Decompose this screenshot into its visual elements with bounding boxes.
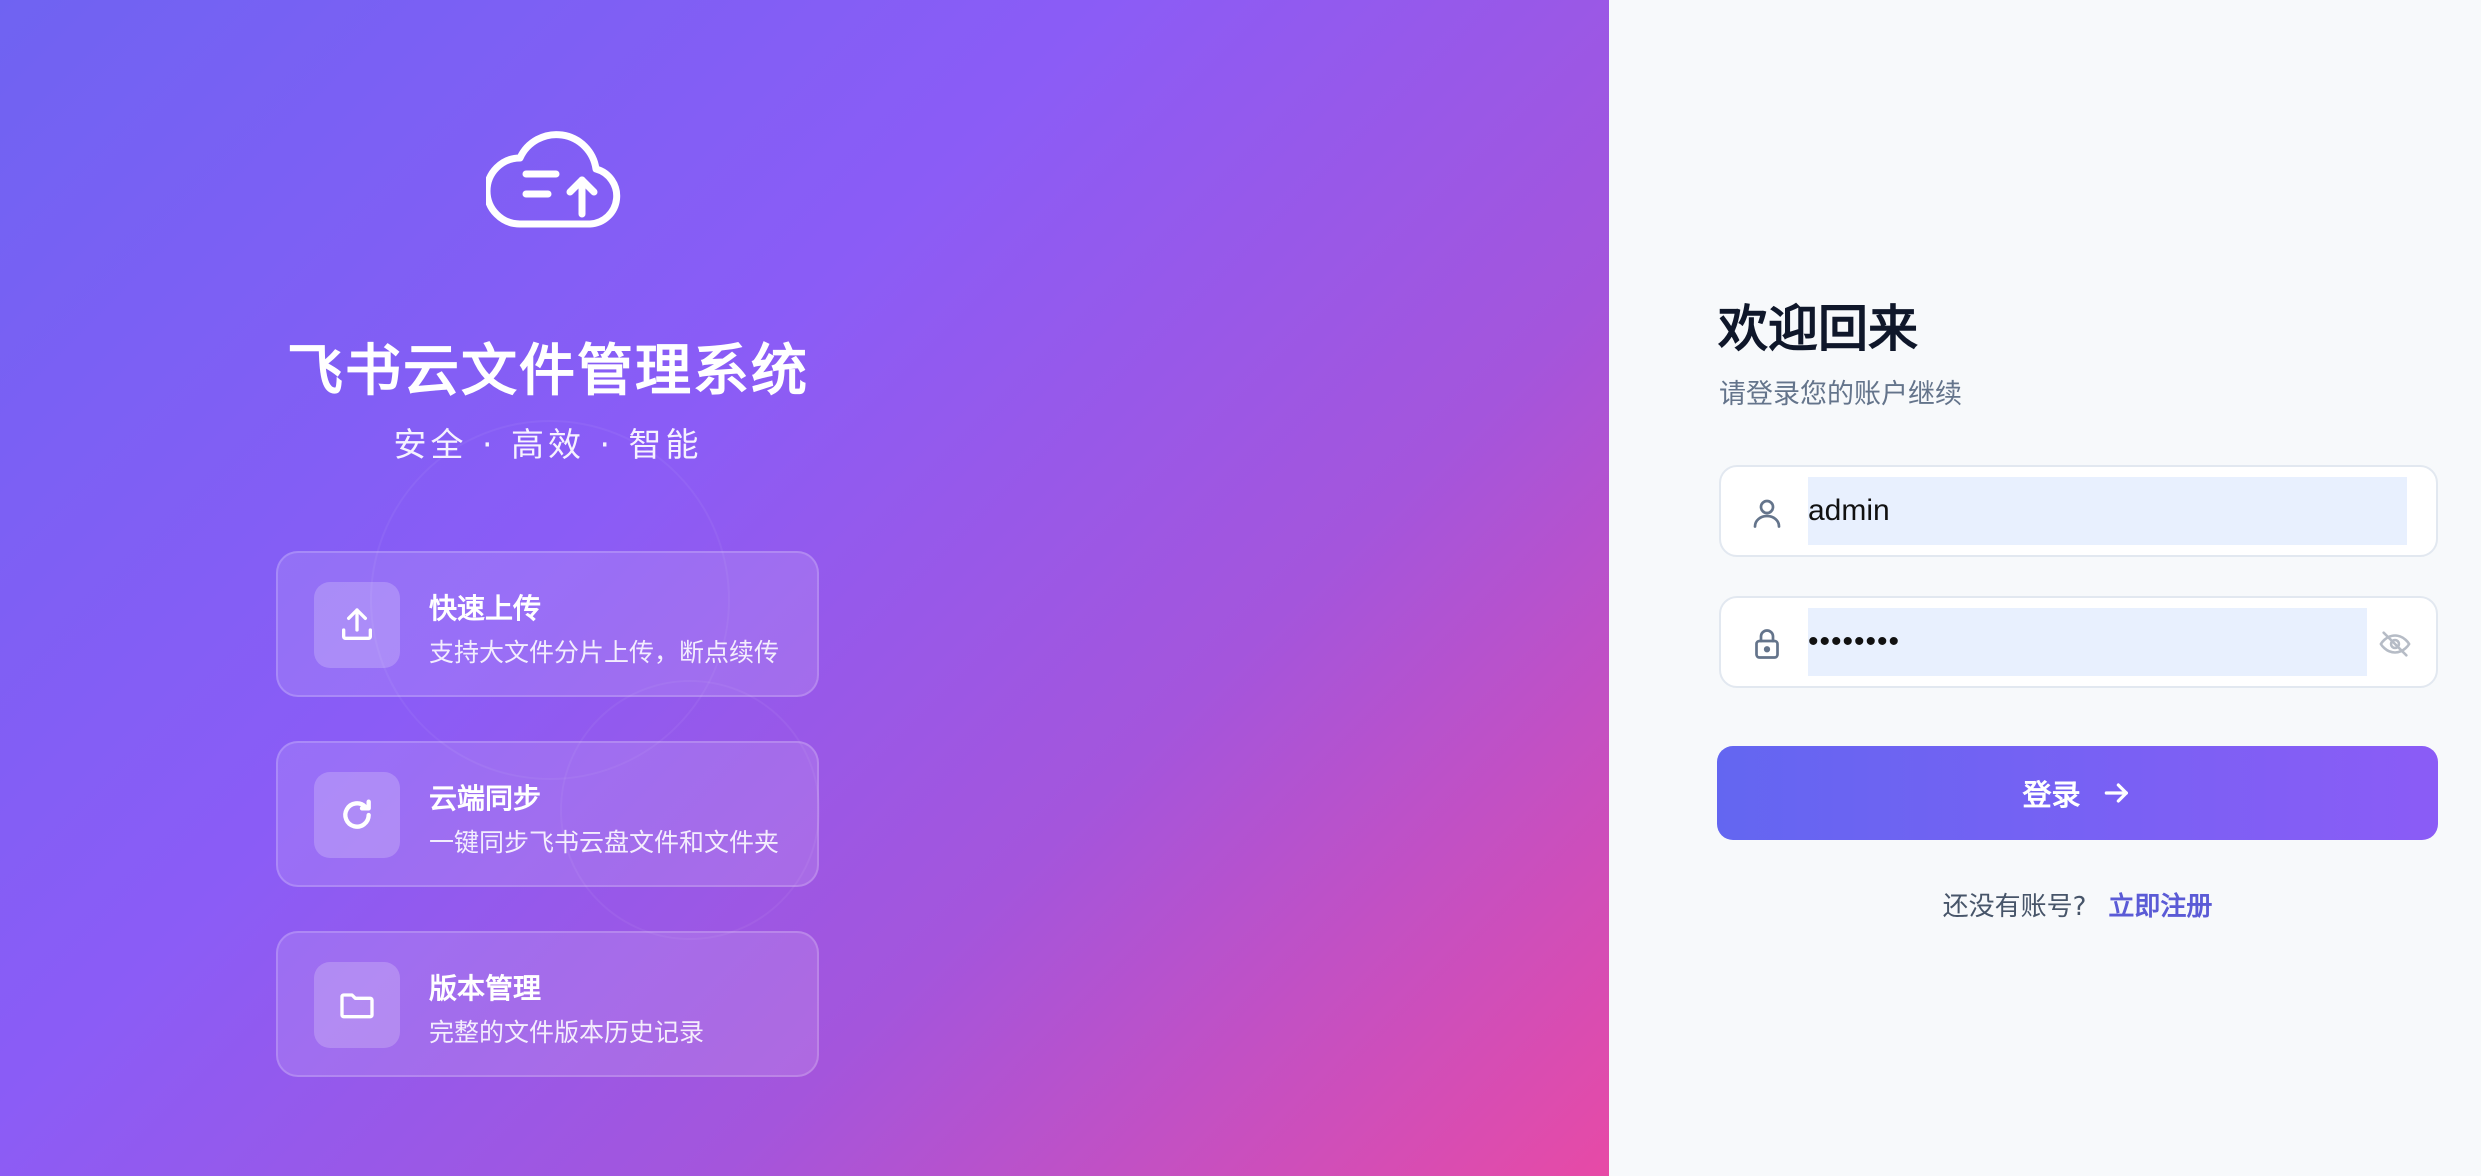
brand-panel: 飞书云文件管理系统 安全 · 高效 · 智能 快速上传 支持大文件分片上传，断点…	[0, 0, 1609, 1176]
login-subtitle: 请登录您的账户继续	[1719, 379, 1962, 410]
arrow-right-icon	[2104, 783, 2128, 803]
feature-description: 一键同步飞书云盘文件和文件夹	[429, 828, 780, 857]
feature-card-sync: 云端同步 一键同步飞书云盘文件和文件夹	[276, 741, 819, 887]
upload-icon	[342, 608, 372, 640]
login-title: 欢迎回来	[1718, 300, 1918, 358]
no-account-text: 还没有账号?	[1942, 892, 2087, 922]
cloud-upload-icon	[486, 131, 621, 228]
feature-icon-box	[314, 582, 400, 668]
feature-description: 支持大文件分片上传，断点续传	[429, 638, 780, 667]
feature-icon-box	[314, 772, 400, 858]
feature-title: 云端同步	[429, 782, 542, 815]
lock-icon	[1755, 629, 1779, 659]
feature-card-upload: 快速上传 支持大文件分片上传，断点续传	[276, 551, 819, 697]
app-title: 飞书云文件管理系统	[287, 339, 809, 404]
username-input[interactable]	[1808, 477, 2407, 545]
feature-title: 版本管理	[429, 972, 542, 1005]
register-link[interactable]: 立即注册	[2108, 892, 2212, 922]
login-panel: 欢迎回来 请登录您的账户继续 登录	[1609, 0, 2481, 1176]
password-input[interactable]	[1808, 608, 2367, 676]
username-field[interactable]	[1719, 465, 2438, 557]
feature-description: 完整的文件版本历史记录	[429, 1018, 705, 1047]
app-tagline: 安全 · 高效 · 智能	[393, 425, 703, 464]
feature-card-version: 版本管理 完整的文件版本历史记录	[276, 931, 819, 1077]
feature-icon-box	[314, 962, 400, 1048]
refresh-icon	[343, 799, 371, 829]
folder-icon	[340, 993, 374, 1019]
eye-off-icon[interactable]	[2378, 627, 2412, 661]
user-icon	[1753, 499, 1781, 528]
login-page: 飞书云文件管理系统 安全 · 高效 · 智能 快速上传 支持大文件分片上传，断点…	[0, 0, 2481, 1176]
login-button[interactable]: 登录	[1717, 746, 2438, 840]
password-field[interactable]	[1719, 596, 2438, 688]
login-button-label: 登录	[2022, 778, 2081, 812]
register-prompt: 还没有账号? 立即注册	[1717, 886, 2438, 923]
feature-title: 快速上传	[429, 592, 542, 625]
